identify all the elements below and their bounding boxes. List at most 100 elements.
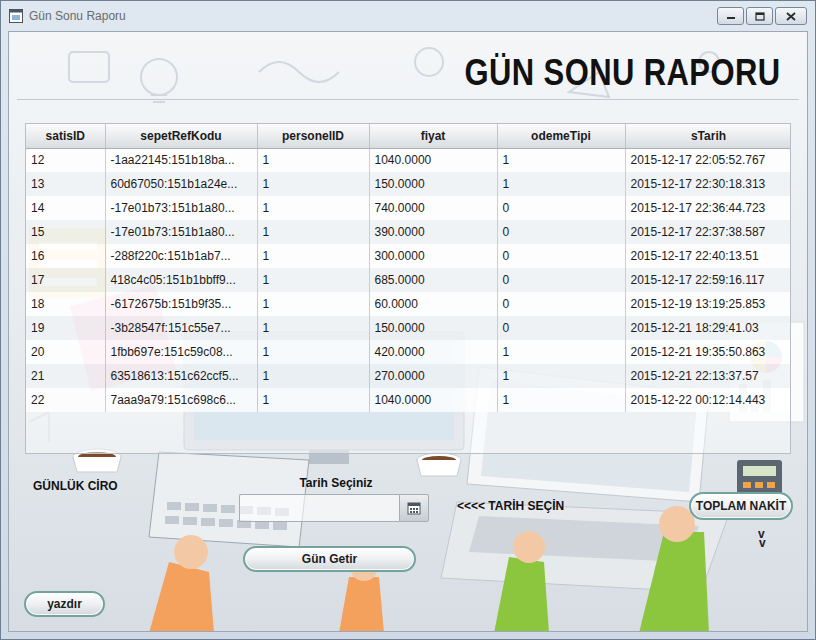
table-cell: 0 bbox=[497, 196, 625, 220]
table-row[interactable]: 19-3b28547f:151c55e7...1150.000002015-12… bbox=[26, 316, 791, 340]
table-cell: -6172675b:151b9f35... bbox=[105, 292, 257, 316]
table-cell: 300.0000 bbox=[369, 244, 497, 268]
table-cell: 390.0000 bbox=[369, 220, 497, 244]
table-cell: 420.0000 bbox=[369, 340, 497, 364]
table-row[interactable]: 16-288f220c:151b1ab7...1300.000002015-12… bbox=[26, 244, 791, 268]
sales-table-panel: satisIDsepetRefKodupersonelIDfiyatodemeT… bbox=[25, 123, 791, 454]
minimize-button[interactable] bbox=[717, 7, 744, 25]
calendar-button[interactable] bbox=[399, 494, 429, 522]
table-cell: -288f220c:151b1ab7... bbox=[105, 244, 257, 268]
table-cell: 0 bbox=[497, 220, 625, 244]
table-cell: 1 bbox=[257, 316, 369, 340]
date-label: Tarih Seçiniz bbox=[239, 474, 429, 492]
report-header: GÜN SONU RAPORU bbox=[17, 32, 799, 100]
maximize-button[interactable] bbox=[746, 7, 773, 25]
daily-revenue-label: GÜNLÜK CİRO bbox=[33, 477, 224, 495]
table-cell: 1 bbox=[497, 364, 625, 388]
table-cell: 2015-12-21 19:35:50.863 bbox=[625, 340, 791, 364]
table-cell: 1fbb697e:151c59c08... bbox=[105, 340, 257, 364]
table-cell: 19 bbox=[26, 316, 105, 340]
table-cell: 270.0000 bbox=[369, 364, 497, 388]
arrow-mark: v bbox=[759, 539, 793, 548]
table-cell: 1 bbox=[497, 340, 625, 364]
column-header[interactable]: fiyat bbox=[369, 124, 497, 148]
table-cell: 2015-12-17 22:05:52.767 bbox=[625, 148, 791, 172]
table-cell: 1 bbox=[257, 148, 369, 172]
controls-area: GÜNLÜK CİRO Tarih Seçiniz bbox=[9, 474, 807, 616]
title-bar[interactable]: Gün Sonu Raporu bbox=[1, 1, 815, 31]
table-cell: 22 bbox=[26, 388, 105, 412]
total-cash-button[interactable]: TOPLAM NAKİT bbox=[689, 492, 793, 520]
table-cell: 2015-12-17 22:36:44.723 bbox=[625, 196, 791, 220]
fetch-day-button[interactable]: Gün Getir bbox=[243, 546, 416, 572]
column-header[interactable]: odemeTipi bbox=[497, 124, 625, 148]
table-cell: 1 bbox=[257, 244, 369, 268]
print-button[interactable]: yazdır bbox=[24, 591, 105, 617]
table-cell: 2015-12-17 22:40:13.51 bbox=[625, 244, 791, 268]
calendar-icon bbox=[407, 501, 421, 515]
table-row[interactable]: 15-17e01b73:151b1a80...1390.000002015-12… bbox=[26, 220, 791, 244]
table-cell: 150.0000 bbox=[369, 172, 497, 196]
table-cell: 2015-12-21 18:29:41.03 bbox=[625, 316, 791, 340]
table-cell: -17e01b73:151b1a80... bbox=[105, 196, 257, 220]
table-cell: 0 bbox=[497, 292, 625, 316]
client-area: GÜN SONU RAPORU satisIDsepetRefKoduperso… bbox=[8, 31, 808, 632]
down-arrows: v v bbox=[758, 530, 793, 548]
table-cell: 0 bbox=[497, 244, 625, 268]
minimize-icon bbox=[726, 12, 736, 20]
column-header[interactable]: satisID bbox=[26, 124, 105, 148]
table-cell: 60.0000 bbox=[369, 292, 497, 316]
table-cell: 150.0000 bbox=[369, 316, 497, 340]
arrow-mark: v bbox=[758, 530, 793, 539]
table-cell: 18 bbox=[26, 292, 105, 316]
table-cell: 740.0000 bbox=[369, 196, 497, 220]
table-row[interactable]: 17418c4c05:151b1bbff9...1685.000002015-1… bbox=[26, 268, 791, 292]
table-cell: 1 bbox=[257, 340, 369, 364]
table-cell: 2015-12-22 00:12:14.443 bbox=[625, 388, 791, 412]
table-cell: 1 bbox=[257, 268, 369, 292]
table-row[interactable]: 227aaa9a79:151c698c6...11040.000012015-1… bbox=[26, 388, 791, 412]
report-content: GÜN SONU RAPORU satisIDsepetRefKoduperso… bbox=[9, 32, 807, 616]
table-cell: 20 bbox=[26, 340, 105, 364]
table-cell: 1 bbox=[257, 172, 369, 196]
table-cell: -17e01b73:151b1a80... bbox=[105, 220, 257, 244]
date-picker: Tarih Seçiniz bbox=[239, 474, 429, 520]
table-cell: 1 bbox=[257, 220, 369, 244]
table-cell: 1 bbox=[257, 364, 369, 388]
maximize-icon bbox=[755, 12, 765, 21]
table-cell: 1 bbox=[257, 292, 369, 316]
table-cell: 2015-12-17 22:30:18.313 bbox=[625, 172, 791, 196]
table-row[interactable]: 12-1aa22145:151b18ba...11040.000012015-1… bbox=[26, 148, 791, 172]
table-cell: 1 bbox=[497, 148, 625, 172]
table-cell: -1aa22145:151b18ba... bbox=[105, 148, 257, 172]
table-cell: 17 bbox=[26, 268, 105, 292]
column-header[interactable]: sTarih bbox=[625, 124, 791, 148]
table-cell: 0 bbox=[497, 316, 625, 340]
date-input[interactable] bbox=[239, 494, 399, 522]
table-cell: 60d67050:151b1a24e... bbox=[105, 172, 257, 196]
close-button[interactable] bbox=[775, 7, 807, 25]
table-cell: 12 bbox=[26, 148, 105, 172]
table-cell: -3b28547f:151c55e7... bbox=[105, 316, 257, 340]
table-cell: 2015-12-21 22:13:37.57 bbox=[625, 364, 791, 388]
table-cell: 14 bbox=[26, 196, 105, 220]
sales-table: satisIDsepetRefKodupersonelIDfiyatodemeT… bbox=[26, 124, 791, 412]
table-cell: 1 bbox=[497, 172, 625, 196]
window-controls bbox=[717, 7, 807, 25]
table-cell: 1 bbox=[257, 388, 369, 412]
table-row[interactable]: 2163518613:151c62ccf5...1270.000012015-1… bbox=[26, 364, 791, 388]
table-cell: 418c4c05:151b1bbff9... bbox=[105, 268, 257, 292]
table-row[interactable]: 1360d67050:151b1a24e...1150.000012015-12… bbox=[26, 172, 791, 196]
table-cell: 16 bbox=[26, 244, 105, 268]
column-header[interactable]: sepetRefKodu bbox=[105, 124, 257, 148]
app-window: Gün Sonu Raporu bbox=[0, 0, 816, 640]
table-cell: 2015-12-17 22:59:16.117 bbox=[625, 268, 791, 292]
app-window-icon bbox=[9, 9, 23, 23]
table-row[interactable]: 201fbb697e:151c59c08...1420.000012015-12… bbox=[26, 340, 791, 364]
table-cell: 63518613:151c62ccf5... bbox=[105, 364, 257, 388]
table-cell: 2015-12-17 22:37:38.587 bbox=[625, 220, 791, 244]
table-cell: 1040.0000 bbox=[369, 148, 497, 172]
table-row[interactable]: 14-17e01b73:151b1a80...1740.000002015-12… bbox=[26, 196, 791, 220]
table-row[interactable]: 18-6172675b:151b9f35...160.000002015-12-… bbox=[26, 292, 791, 316]
column-header[interactable]: personelID bbox=[257, 124, 369, 148]
